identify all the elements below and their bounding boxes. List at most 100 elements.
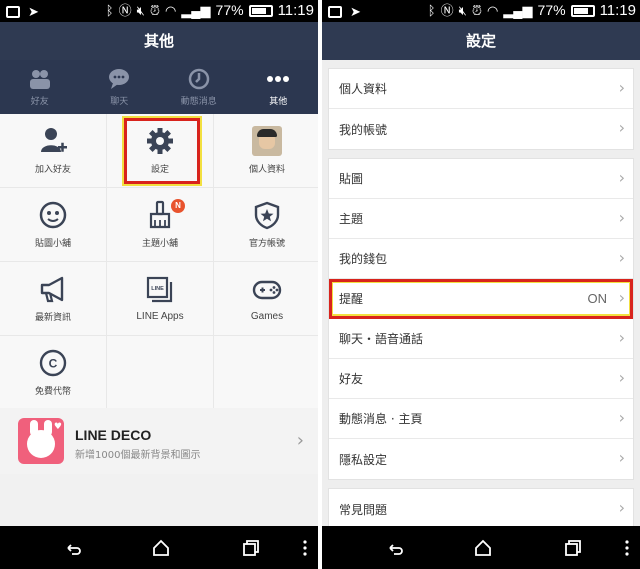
notification-status-value: ON: [587, 291, 608, 306]
grid-empty-cell: [107, 336, 213, 409]
recent-apps-icon: [565, 540, 581, 556]
settings-item-label: 貼圖: [339, 172, 364, 186]
settings-item-chats-calls[interactable]: 聊天・語音通話 ›: [329, 319, 633, 359]
overflow-menu-icon: [303, 540, 307, 556]
nfc-icon: Ⓝ: [440, 3, 454, 18]
settings-item-friends[interactable]: 好友 ›: [329, 359, 633, 399]
chevron-right-icon: ›: [296, 430, 304, 451]
chevron-right-icon: ›: [618, 248, 625, 267]
more-menu-grid: 加入好友 設定 個人資料 貼圖小舖 N 主題小舖 官方帳號 最新資訊 LINE: [0, 114, 318, 409]
mute-icon: 🔇︎: [458, 3, 467, 18]
page-title: 設定: [322, 22, 640, 60]
back-button[interactable]: [384, 537, 406, 559]
friends-icon: [29, 70, 50, 89]
grid-item-free-coins[interactable]: C 免費代幣: [0, 336, 106, 409]
overflow-menu-icon: [625, 540, 629, 556]
menu-button[interactable]: [294, 537, 316, 559]
recent-apps-button[interactable]: [562, 537, 584, 559]
more-icon: [267, 76, 290, 82]
screenshot-notification-icon: [6, 5, 20, 18]
grid-item-label: 設定: [150, 165, 169, 175]
grid-item-line-apps[interactable]: LINE LINE Apps: [107, 262, 213, 335]
back-button[interactable]: [62, 537, 84, 559]
grid-item-label: 貼圖小舖: [34, 239, 71, 249]
settings-item-profile[interactable]: 個人資料 ›: [329, 69, 633, 109]
deco-subtitle: 新增1000個最新背景和圖示: [75, 450, 201, 461]
nfc-icon: Ⓝ: [118, 3, 132, 18]
line-apps-icon: LINE: [146, 276, 173, 303]
chevron-right-icon: ›: [618, 328, 625, 347]
chevron-right-icon: ›: [618, 408, 625, 427]
settings-item-label: 常見問題: [339, 502, 388, 517]
android-nav-bar: [322, 526, 640, 569]
chevron-right-icon: ›: [618, 448, 625, 467]
settings-item-faq[interactable]: 常見問題 ›: [329, 489, 633, 526]
settings-item-notifications[interactable]: 提醒 ON ›: [329, 279, 633, 319]
grid-item-profile[interactable]: 個人資料: [214, 114, 318, 187]
alarm-icon: ⏰︎: [471, 3, 482, 18]
settings-item-label: 個人資料: [339, 82, 388, 96]
grid-item-theme-shop[interactable]: N 主題小舖: [107, 188, 213, 261]
grid-item-news[interactable]: 最新資訊: [0, 262, 106, 335]
grid-item-label: 加入好友: [34, 165, 71, 175]
settings-item-themes[interactable]: 主題 ›: [329, 199, 633, 239]
svg-text:C: C: [49, 357, 58, 371]
grid-item-label: 個人資料: [248, 165, 285, 175]
settings-item-wallet[interactable]: 我的錢包 ›: [329, 239, 633, 279]
tab-timeline[interactable]: 動態消息: [159, 60, 239, 114]
megaphone-icon: [40, 276, 64, 303]
gamepad-icon: [252, 280, 282, 300]
android-nav-bar: [0, 526, 318, 569]
grid-item-official-accounts[interactable]: 官方帳號: [214, 188, 318, 261]
grid-empty-cell: [214, 336, 318, 409]
grid-item-label: 最新資訊: [34, 313, 71, 323]
grid-item-label: 免費代幣: [34, 387, 71, 397]
battery-percent: 77%: [215, 2, 244, 18]
avatar: [252, 126, 282, 156]
tab-more[interactable]: 其他: [239, 60, 319, 114]
status-bar: ➤ ᛒ Ⓝ 🔇︎ ⏰︎ ◠ ▂▄▆ 77% 11:19: [322, 0, 640, 22]
settings-item-label: 聊天・語音通話: [339, 332, 424, 346]
line-deco-banner[interactable]: ♥ LINE DECO 新增1000個最新背景和圖示 ›: [0, 408, 318, 474]
home-icon: [475, 539, 491, 556]
settings-item-privacy[interactable]: 隱私設定 ›: [329, 439, 633, 479]
settings-group: 常見問題 ›: [328, 488, 634, 526]
chevron-right-icon: ›: [618, 118, 625, 137]
home-button[interactable]: [150, 537, 172, 559]
settings-item-label: 動態消息 · 主頁: [339, 412, 423, 426]
clock-time: 11:19: [277, 2, 314, 19]
tab-chats[interactable]: 聊天: [80, 60, 160, 114]
battery-percent: 77%: [537, 2, 566, 18]
home-button[interactable]: [472, 537, 494, 559]
grid-item-games[interactable]: Games: [214, 262, 318, 335]
signal-icon: ▂▄▆: [503, 3, 533, 18]
grid-item-label: 官方帳號: [248, 239, 285, 249]
coin-icon: C: [39, 349, 67, 377]
line-deco-app-icon: ♥: [18, 418, 64, 464]
tab-label: 聊天: [110, 97, 129, 107]
tab-bar: 好友 聊天 動態消息 其他: [0, 60, 318, 114]
settings-item-timeline-home[interactable]: 動態消息 · 主頁 ›: [329, 399, 633, 439]
chevron-right-icon: ›: [618, 498, 625, 517]
grid-item-label: 主題小舖: [141, 239, 178, 249]
home-icon: [153, 539, 169, 556]
signal-icon: ▂▄▆: [181, 3, 211, 18]
bluetooth-icon: ᛒ: [427, 3, 436, 18]
chevron-right-icon: ›: [618, 368, 625, 387]
wifi-icon: ◠: [486, 3, 499, 18]
tab-friends[interactable]: 好友: [0, 60, 80, 114]
grid-item-settings[interactable]: 設定: [107, 114, 213, 187]
menu-button[interactable]: [616, 537, 638, 559]
settings-group: 貼圖 › 主題 › 我的錢包 › 提醒 ON › 聊天・語音通話 › 好友 › …: [328, 158, 634, 480]
settings-item-account[interactable]: 我的帳號 ›: [329, 109, 633, 149]
tab-label: 其他: [269, 97, 288, 107]
alarm-icon: ⏰︎: [149, 3, 160, 18]
grid-item-add-friend[interactable]: 加入好友: [0, 114, 106, 187]
new-badge: N: [171, 199, 185, 213]
recent-apps-button[interactable]: [240, 537, 262, 559]
left-phone-screen: ➤ ᛒ Ⓝ 🔇︎ ⏰︎ ◠ ▂▄▆ 77% 11:19 其他 好友 聊天 動態消…: [0, 0, 318, 569]
grid-item-sticker-shop[interactable]: 貼圖小舖: [0, 188, 106, 261]
navigation-arrow-icon: ➤: [28, 4, 39, 19]
grid-item-label: Games: [250, 311, 284, 322]
settings-item-stickers[interactable]: 貼圖 ›: [329, 159, 633, 199]
